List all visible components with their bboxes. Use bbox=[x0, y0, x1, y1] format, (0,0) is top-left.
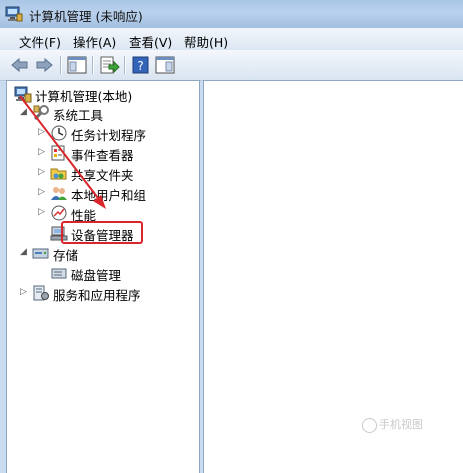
watermark-text: 手机视图 bbox=[379, 418, 423, 431]
expand-triangle-icon[interactable]: ▷ bbox=[38, 168, 47, 177]
collapse-triangle-icon[interactable]: ◢ bbox=[20, 108, 29, 117]
expand-triangle-icon[interactable]: ▷ bbox=[38, 128, 47, 137]
storage-icon bbox=[32, 248, 49, 259]
watermark-logo-icon bbox=[362, 417, 377, 433]
services-icon bbox=[33, 285, 49, 301]
svg-text:?: ? bbox=[137, 59, 143, 73]
tree-label-local-users: 本地用户和组 bbox=[71, 188, 147, 203]
computer-management-icon bbox=[5, 6, 23, 22]
tree-label-root: 计算机管理(本地) bbox=[35, 89, 133, 104]
forward-arrow-icon[interactable] bbox=[33, 55, 55, 75]
shared-folder-icon bbox=[50, 168, 67, 180]
window-title: 计算机管理 (未响应) bbox=[29, 9, 143, 24]
expand-triangle-icon[interactable]: ▷ bbox=[38, 148, 47, 157]
tree-label-disk-management: 磁盘管理 bbox=[71, 268, 122, 283]
details-pane[interactable] bbox=[203, 80, 463, 473]
toolbar: ? bbox=[0, 50, 463, 81]
collapse-triangle-icon[interactable]: ◢ bbox=[20, 248, 29, 257]
users-icon bbox=[51, 187, 67, 200]
tree-label-task-scheduler: 任务计划程序 bbox=[71, 128, 147, 143]
expand-triangle-icon[interactable]: ▷ bbox=[38, 208, 47, 217]
watermark: 手机视图 bbox=[362, 416, 423, 433]
performance-icon bbox=[51, 205, 67, 221]
export-list-icon[interactable] bbox=[98, 55, 120, 75]
back-arrow-icon[interactable] bbox=[9, 55, 31, 75]
system-tools-icon bbox=[33, 105, 49, 121]
menu-action[interactable]: 操作(A) bbox=[73, 32, 116, 51]
title-bar: 计算机管理 (未响应) bbox=[0, 0, 463, 29]
menu-help[interactable]: 帮助(H) bbox=[184, 32, 228, 51]
show-hide-console-tree-icon[interactable] bbox=[66, 55, 88, 75]
event-viewer-icon bbox=[51, 145, 65, 161]
disk-icon bbox=[51, 268, 67, 279]
tree-label-shared-folders: 共享文件夹 bbox=[71, 168, 134, 183]
tree-label-event-viewer: 事件查看器 bbox=[71, 148, 134, 163]
tree-label-services-apps: 服务和应用程序 bbox=[53, 288, 141, 303]
show-hide-action-pane-icon[interactable] bbox=[154, 55, 176, 75]
toolbar-separator bbox=[92, 56, 94, 74]
expand-triangle-icon[interactable]: ▷ bbox=[38, 188, 47, 197]
clock-icon bbox=[51, 125, 67, 141]
menu-bar: 文件(F) 操作(A) 查看(V) 帮助(H) bbox=[0, 28, 463, 50]
help-icon[interactable]: ? bbox=[130, 55, 152, 75]
toolbar-separator bbox=[124, 56, 126, 74]
menu-file[interactable]: 文件(F) bbox=[19, 32, 61, 51]
highlight-box bbox=[61, 221, 143, 244]
menu-view[interactable]: 查看(V) bbox=[129, 32, 172, 51]
computer-management-icon bbox=[14, 86, 32, 103]
tree-label-system-tools: 系统工具 bbox=[53, 108, 104, 123]
expand-triangle-icon[interactable]: ▷ bbox=[20, 288, 29, 297]
toolbar-separator bbox=[60, 56, 62, 74]
tree-label-storage: 存储 bbox=[53, 248, 79, 263]
